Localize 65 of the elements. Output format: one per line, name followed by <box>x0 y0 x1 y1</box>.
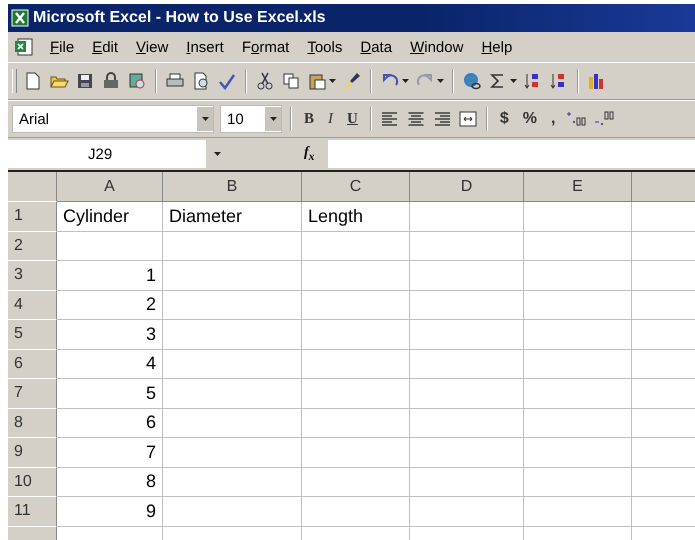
comma-button[interactable]: , <box>547 110 560 128</box>
merge-cells-icon[interactable] <box>458 109 478 129</box>
window-title: Microsoft Excel - How to Use Excel.xls <box>33 9 326 27</box>
scissors-icon[interactable] <box>255 71 275 91</box>
lock-icon[interactable] <box>101 71 121 91</box>
save-icon[interactable] <box>75 71 95 91</box>
table-cell: 7 <box>57 438 163 468</box>
row-header[interactable]: 8 <box>8 408 57 438</box>
dropdown-arrow-icon[interactable] <box>437 79 444 83</box>
dropdown-arrow-icon[interactable] <box>402 79 409 83</box>
row-header[interactable]: 10 <box>8 468 57 497</box>
table-cell: Cylinder <box>57 202 163 232</box>
table-cell: 9 <box>57 497 163 526</box>
column-header[interactable]: E <box>524 172 632 202</box>
dropdown-arrow-icon[interactable] <box>329 79 336 83</box>
table-cell: 5 <box>57 379 163 408</box>
function-label[interactable]: f$_{x}$ <box>304 145 328 163</box>
row-header[interactable]: 2 <box>8 232 57 261</box>
column-header[interactable]: B <box>163 172 302 202</box>
row-header[interactable]: 5 <box>8 320 57 350</box>
table-cell: 8 <box>57 468 163 497</box>
menu-item[interactable]: Help <box>473 36 520 58</box>
globe-icon[interactable] <box>462 71 482 91</box>
percent-button[interactable]: % <box>518 110 541 128</box>
menu-item[interactable]: Data <box>352 36 400 58</box>
row-header[interactable]: 11 <box>8 497 57 526</box>
menu-item[interactable]: Edit <box>84 36 126 58</box>
menu-item[interactable]: File <box>42 36 82 58</box>
font-size-dropdown[interactable]: 10 <box>220 105 282 133</box>
column-header[interactable]: A <box>57 172 163 202</box>
column-header[interactable]: C <box>302 172 410 202</box>
copy-icon[interactable] <box>281 71 301 91</box>
menu-item[interactable]: Insert <box>178 36 232 58</box>
table-cell: 6 <box>57 408 163 438</box>
row-header[interactable]: 9 <box>8 438 57 468</box>
formula-field[interactable] <box>328 140 695 168</box>
row-header[interactable]: 1 <box>8 202 57 232</box>
menu-item[interactable]: Format <box>234 36 298 58</box>
menu-item[interactable]: View <box>128 36 176 58</box>
row-header[interactable]: 6 <box>8 350 57 379</box>
column-header[interactable]: D <box>410 172 524 202</box>
spreadsheet-icon <box>11 9 29 27</box>
table-cell: 2 <box>57 290 163 320</box>
dropdown-arrow-icon[interactable] <box>510 79 517 83</box>
font-dropdown[interactable]: Arial <box>12 105 214 133</box>
underline-button[interactable]: U <box>343 110 362 128</box>
bold-button[interactable]: B <box>300 110 318 128</box>
dropdown-arrow-icon[interactable] <box>214 152 221 156</box>
dropdown-arrow-icon[interactable] <box>270 117 276 121</box>
row-header[interactable]: 4 <box>8 290 57 320</box>
italic-button[interactable]: I <box>324 110 338 128</box>
currency-button[interactable]: $ <box>496 110 513 128</box>
table-cell: 3 <box>57 320 163 350</box>
spreadsheet-icon[interactable] <box>14 37 34 57</box>
table-cell: 1 <box>57 261 163 290</box>
table-cell: Diameter <box>163 202 302 232</box>
menu-item[interactable]: Tools <box>299 36 350 58</box>
table-cell: Length <box>302 202 410 232</box>
row-header[interactable]: 3 <box>8 261 57 290</box>
dropdown-arrow-icon[interactable] <box>202 117 208 121</box>
name-box[interactable]: J29 <box>8 140 206 168</box>
table-cell: 4 <box>57 350 163 379</box>
brush-icon[interactable] <box>342 71 362 91</box>
menu-item[interactable]: Window <box>402 36 472 58</box>
row-header[interactable]: 7 <box>8 379 57 408</box>
